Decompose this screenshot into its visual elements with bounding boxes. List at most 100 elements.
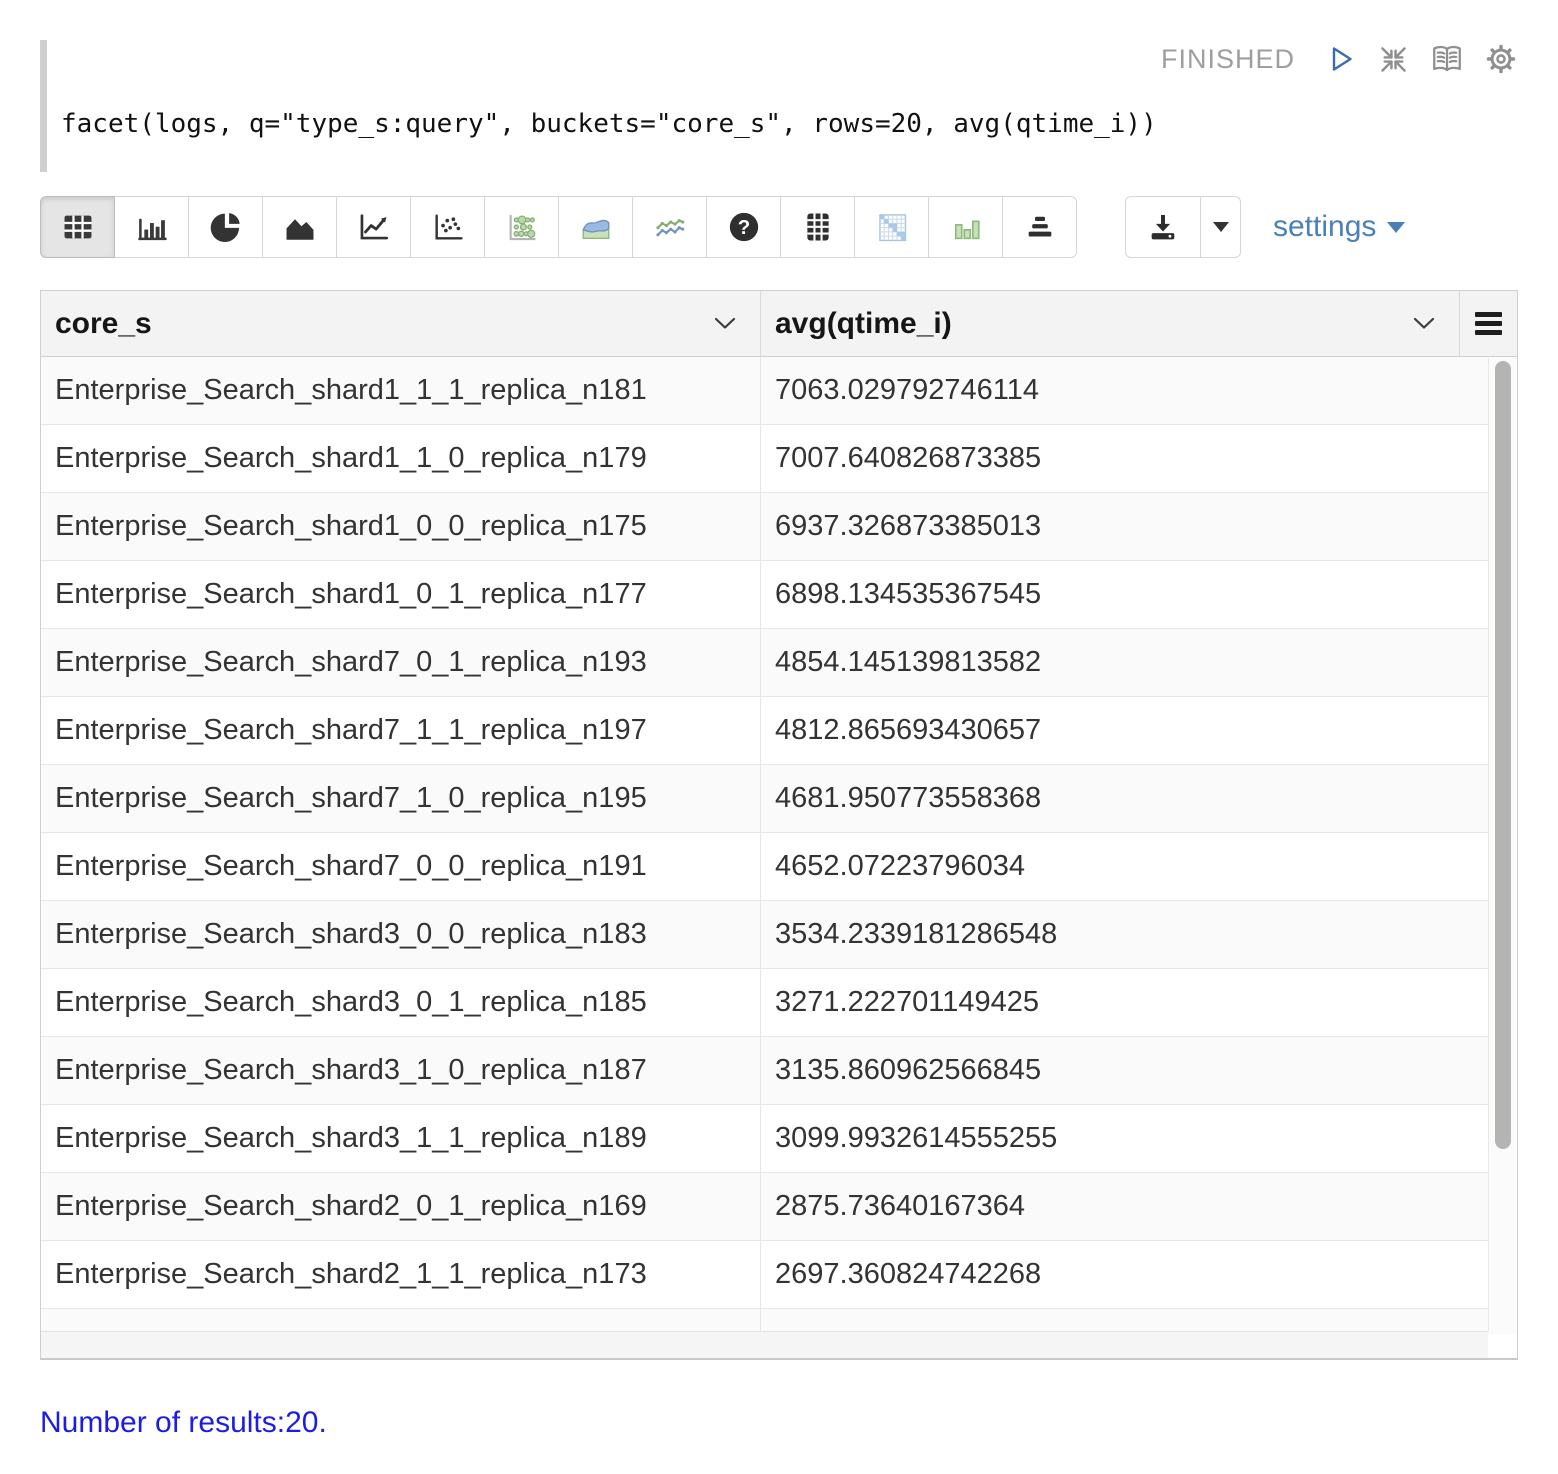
chevron-down-icon[interactable] <box>714 317 736 330</box>
chart-type-table-button[interactable] <box>40 196 115 258</box>
table-row: Enterprise_Search_shard3_0_1_replica_n18… <box>41 969 1517 1037</box>
table-cell-avg: 3271.222701149425 <box>761 969 1517 1036</box>
table-cell-avg: 4812.865693430657 <box>761 697 1517 764</box>
table-row: Enterprise_Search_shard7_1_1_replica_n19… <box>41 697 1517 765</box>
table-body: Enterprise_Search_shard1_1_1_replica_n18… <box>41 357 1517 1309</box>
editor-gutter <box>40 40 47 172</box>
download-group <box>1125 196 1241 258</box>
table-row: Enterprise_Search_shard1_0_1_replica_n17… <box>41 561 1517 629</box>
table-cell-core: Enterprise_Search_shard1_0_0_replica_n17… <box>41 493 761 560</box>
book-icon <box>1430 42 1464 76</box>
table-cell-core: Enterprise_Search_shard3_1_1_replica_n18… <box>41 1105 761 1172</box>
run-button[interactable] <box>1325 42 1357 76</box>
table-row: Enterprise_Search_shard3_1_0_replica_n18… <box>41 1037 1517 1105</box>
chart-type-scatter-button[interactable] <box>410 196 485 258</box>
heatmap-icon <box>875 210 909 244</box>
chart-type-multi-line-button[interactable] <box>632 196 707 258</box>
table-cell-avg: 7063.029792746114 <box>761 357 1517 424</box>
table-row: Enterprise_Search_shard7_1_0_replica_n19… <box>41 765 1517 833</box>
table-row: Enterprise_Search_shard1_0_0_replica_n17… <box>41 493 1517 561</box>
table-cell-avg: 2875.73640167364 <box>761 1173 1517 1240</box>
chart-type-bar-button[interactable] <box>114 196 189 258</box>
table-icon <box>61 210 95 244</box>
table-cell-avg: 7007.640826873385 <box>761 425 1517 492</box>
code-editor[interactable]: facet(logs, q="type_s:query", buckets="c… <box>61 109 1157 139</box>
chart-type-columns-button[interactable] <box>928 196 1003 258</box>
help-icon: ? <box>727 210 761 244</box>
table-cell-core: Enterprise_Search_shard7_1_1_replica_n19… <box>41 697 761 764</box>
bar-chart-icon <box>135 210 169 244</box>
paragraph-status-row: FINISHED <box>1161 38 1518 80</box>
table-cell-core: Enterprise_Search_shard1_1_1_replica_n18… <box>41 357 761 424</box>
table-row: Enterprise_Search_shard7_0_0_replica_n19… <box>41 833 1517 901</box>
settings-label: settings <box>1273 210 1376 244</box>
table-row: Enterprise_Search_shard3_0_0_replica_n18… <box>41 901 1517 969</box>
multi-line-icon <box>653 210 687 244</box>
chart-type-pie-button[interactable] <box>188 196 263 258</box>
table-menu-button[interactable] <box>1460 291 1517 356</box>
play-icon <box>1325 42 1357 76</box>
chevron-down-icon[interactable] <box>1413 317 1435 330</box>
area-chart-icon <box>283 210 317 244</box>
caret-down-icon <box>1387 222 1405 233</box>
chart-type-data-grid-button[interactable] <box>780 196 855 258</box>
table-cell-core: Enterprise_Search_shard7_1_0_replica_n19… <box>41 765 761 832</box>
settings-link[interactable]: settings <box>1273 196 1405 258</box>
column-header-avg-qtime[interactable]: avg(qtime_i) <box>761 291 1460 356</box>
scatter-plot-icon <box>431 210 465 244</box>
results-table: core_s avg(qtime_i) Enterprise_Search_sh… <box>40 290 1518 1360</box>
paragraph-settings-button[interactable] <box>1484 42 1518 76</box>
table-cell-core: Enterprise_Search_shard7_0_0_replica_n19… <box>41 833 761 900</box>
table-cell-avg: 3135.860962566845 <box>761 1037 1517 1104</box>
table-header: core_s avg(qtime_i) <box>41 291 1517 357</box>
table-cell-avg: 3099.9932614555255 <box>761 1105 1517 1172</box>
table-cell-core: Enterprise_Search_shard3_0_1_replica_n18… <box>41 969 761 1036</box>
chart-type-line-button[interactable] <box>336 196 411 258</box>
caret-down-icon <box>1213 222 1229 232</box>
table-row: Enterprise_Search_shard1_1_1_replica_n18… <box>41 357 1517 425</box>
table-cell-core: Enterprise_Search_shard1_1_0_replica_n17… <box>41 425 761 492</box>
bubble-matrix-icon <box>505 210 539 244</box>
chart-type-bubble-matrix-button[interactable] <box>484 196 559 258</box>
table-cell-avg: 3534.2339181286548 <box>761 901 1517 968</box>
chart-type-heatmap-button[interactable] <box>854 196 929 258</box>
chart-type-area-button[interactable] <box>262 196 337 258</box>
stacked-area-icon <box>579 210 613 244</box>
table-cell-avg: 6937.326873385013 <box>761 493 1517 560</box>
chart-type-help-button[interactable]: ? <box>706 196 781 258</box>
table-cell-avg: 6898.134535367545 <box>761 561 1517 628</box>
table-cell-core: Enterprise_Search_shard7_0_1_replica_n19… <box>41 629 761 696</box>
paragraph-status: FINISHED <box>1161 44 1295 75</box>
shrink-icon <box>1377 43 1410 76</box>
download-menu-button[interactable] <box>1200 196 1241 258</box>
table-cell-avg: 4652.07223796034 <box>761 833 1517 900</box>
hamburger-icon <box>1475 312 1502 335</box>
table-row: Enterprise_Search_shard3_1_1_replica_n18… <box>41 1105 1517 1173</box>
vertical-scrollbar-thumb[interactable] <box>1495 361 1511 1149</box>
chart-type-pyramid-button[interactable] <box>1002 196 1077 258</box>
table-row: Enterprise_Search_shard1_1_0_replica_n17… <box>41 425 1517 493</box>
visualization-toolbar: ? <box>40 196 1405 258</box>
table-cell-core: Enterprise_Search_shard2_1_1_replica_n17… <box>41 1241 761 1308</box>
line-chart-icon <box>357 210 391 244</box>
table-cell-core: Enterprise_Search_shard1_0_1_replica_n17… <box>41 561 761 628</box>
table-cell-avg: 4854.145139813582 <box>761 629 1517 696</box>
gear-icon <box>1484 42 1518 76</box>
shrink-button[interactable] <box>1377 43 1410 76</box>
download-button[interactable] <box>1125 196 1201 258</box>
column-label: avg(qtime_i) <box>775 307 952 341</box>
data-grid-icon <box>801 210 835 244</box>
table-row: Enterprise_Search_shard2_1_1_replica_n17… <box>41 1241 1517 1309</box>
horizontal-scrollbar[interactable] <box>41 1331 1488 1358</box>
table-row: Enterprise_Search_shard7_0_1_replica_n19… <box>41 629 1517 697</box>
table-cell-avg: 4681.950773558368 <box>761 765 1517 832</box>
table-cell-core: Enterprise_Search_shard3_0_0_replica_n18… <box>41 901 761 968</box>
download-icon <box>1146 210 1180 244</box>
chart-type-stacked-area-button[interactable] <box>558 196 633 258</box>
column-header-core_s[interactable]: core_s <box>41 291 761 356</box>
pie-chart-icon <box>209 210 243 244</box>
column-label: core_s <box>55 307 152 341</box>
columns-icon <box>949 210 983 244</box>
notebook-button[interactable] <box>1430 42 1464 76</box>
vertical-scrollbar[interactable] <box>1488 358 1517 1331</box>
